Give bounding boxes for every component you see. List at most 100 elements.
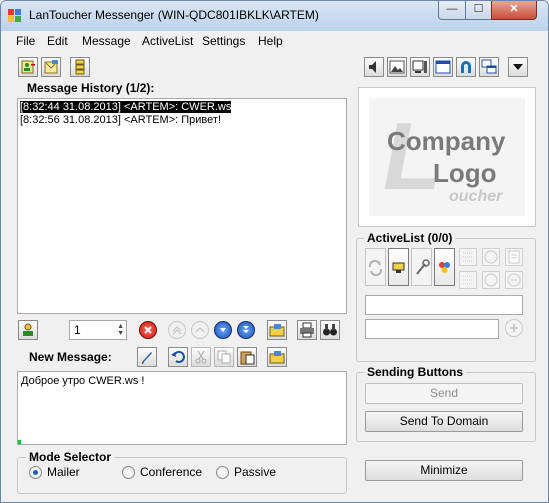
history-line[interactable]: [8:32:44 31.08.2013] <ARTEM>: CWER.ws — [18, 100, 344, 114]
next-page-button[interactable] — [214, 321, 232, 339]
spinner-arrows-icon[interactable]: ▲ ▼ — [117, 323, 124, 337]
list-icon — [75, 59, 85, 75]
app-icon — [8, 9, 22, 23]
monitor-button[interactable] — [410, 57, 430, 77]
dropdown-arrow-icon — [513, 64, 523, 70]
document-icon — [508, 250, 520, 264]
contacts-add-icon — [21, 60, 35, 74]
message-history-list[interactable]: [8:32:44 31.08.2013] <ARTEM>: CWER.ws [8… — [17, 98, 347, 314]
mode-passive-label[interactable]: Passive — [234, 465, 276, 479]
contacts-add-button[interactable] — [18, 57, 38, 77]
wrench-icon — [416, 259, 430, 275]
cascade-button[interactable] — [479, 57, 499, 77]
magnet-button[interactable] — [456, 57, 476, 77]
dropdown-button[interactable] — [508, 57, 528, 77]
activelist-field-1[interactable] — [365, 295, 523, 315]
refresh-button[interactable] — [365, 248, 386, 286]
list-detail-button[interactable] — [459, 271, 477, 289]
clock-button[interactable] — [482, 248, 500, 266]
pen-icon — [142, 352, 152, 364]
menu-settings[interactable]: Settings — [202, 34, 245, 48]
timer-button[interactable] — [482, 271, 500, 289]
window-icon — [435, 60, 451, 74]
activelist-field-2[interactable] — [365, 319, 499, 339]
speaker-icon — [369, 61, 376, 73]
save-history-button[interactable] — [267, 320, 287, 340]
tools-button[interactable] — [411, 248, 432, 286]
mode-conference-radio[interactable] — [122, 466, 135, 479]
new-message-label: New Message: — [29, 350, 112, 364]
picture-button[interactable] — [387, 57, 407, 77]
group-button[interactable] — [434, 248, 455, 286]
first-page-button[interactable] — [168, 321, 186, 339]
user-button[interactable] — [18, 320, 38, 340]
delete-icon — [144, 326, 152, 334]
menu-edit[interactable]: Edit — [47, 34, 68, 48]
mode-conference-label[interactable]: Conference — [140, 465, 202, 479]
windows-cascade-icon — [481, 59, 497, 74]
send-to-domain-button[interactable]: Send To Domain — [365, 411, 523, 432]
plus-icon — [510, 324, 518, 332]
send-button[interactable]: Send — [365, 383, 523, 404]
copy-button[interactable] — [214, 347, 234, 367]
history-line[interactable]: [8:32:56 31.08.2013] <ARTEM>: Привет! — [20, 114, 344, 127]
cut-button[interactable] — [191, 347, 211, 367]
binoculars-icon — [323, 324, 337, 336]
sending-buttons-title: Sending Buttons — [364, 365, 466, 379]
compose-button[interactable] — [41, 57, 61, 77]
remove-button[interactable] — [505, 271, 523, 289]
mode-mailer-label[interactable]: Mailer — [47, 465, 80, 479]
clock-icon — [484, 250, 498, 264]
mode-mailer-radio[interactable] — [29, 466, 42, 479]
compose-icon — [44, 60, 58, 74]
alert-button[interactable] — [388, 248, 409, 286]
clock-icon — [484, 273, 498, 287]
menu-file[interactable]: File — [16, 34, 35, 48]
undo-button[interactable] — [168, 347, 188, 367]
folder-attach-icon — [269, 351, 285, 364]
menu-message[interactable]: Message — [82, 34, 131, 48]
prev-page-button[interactable] — [191, 321, 209, 339]
app-window: LanToucher Messenger (WIN-QDC801IBKLK\AR… — [0, 0, 549, 503]
logo-toucher-text: oucher — [449, 188, 503, 205]
copy-icon — [217, 350, 231, 364]
alert-icon — [392, 262, 405, 273]
printer-icon — [300, 322, 314, 338]
input-indicator — [18, 440, 21, 444]
print-button[interactable] — [297, 320, 317, 340]
pen-button[interactable] — [137, 347, 157, 367]
logo-logo-text: Logo — [433, 158, 497, 188]
close-window-button[interactable]: ✕ — [491, 1, 537, 20]
scissors-icon — [195, 350, 207, 364]
mode-passive-radio[interactable] — [216, 466, 229, 479]
sound-button[interactable] — [364, 57, 384, 77]
minimize-button[interactable]: Minimize — [365, 460, 523, 481]
new-message-input[interactable]: Доброе утро CWER.ws ! — [17, 371, 347, 445]
history-page-spinner[interactable]: 1 ▲ ▼ — [69, 320, 127, 340]
paste-button[interactable] — [237, 347, 257, 367]
dotted-list-icon — [463, 275, 473, 285]
undo-icon — [171, 350, 185, 363]
list-view-button[interactable] — [459, 248, 477, 266]
dotted-list-icon — [463, 252, 473, 262]
maximize-window-button[interactable]: ☐ — [465, 1, 492, 20]
company-logo-image: L Company Logo oucher — [369, 98, 525, 216]
menu-help[interactable]: Help — [258, 34, 283, 48]
attach-button[interactable] — [267, 347, 287, 367]
user-icon — [23, 323, 33, 336]
window-button[interactable] — [433, 57, 453, 77]
list-button[interactable] — [70, 57, 90, 77]
delete-button[interactable] — [139, 321, 157, 339]
menu-bar: File Edit Message ActiveList Settings He… — [8, 32, 541, 50]
folder-save-icon — [269, 324, 285, 337]
last-page-button[interactable] — [237, 321, 255, 339]
activelist-title: ActiveList (0/0) — [364, 231, 456, 245]
minimize-window-button[interactable]: — — [438, 1, 466, 20]
menu-activelist[interactable]: ActiveList — [142, 34, 193, 48]
add-item-button[interactable] — [505, 319, 523, 337]
find-button[interactable] — [320, 320, 340, 340]
clipboard-icon — [240, 351, 255, 365]
title-bar[interactable]: LanToucher Messenger (WIN-QDC801IBKLK\AR… — [1, 1, 548, 31]
refresh-icon — [368, 259, 383, 277]
notes-button[interactable] — [505, 248, 523, 266]
